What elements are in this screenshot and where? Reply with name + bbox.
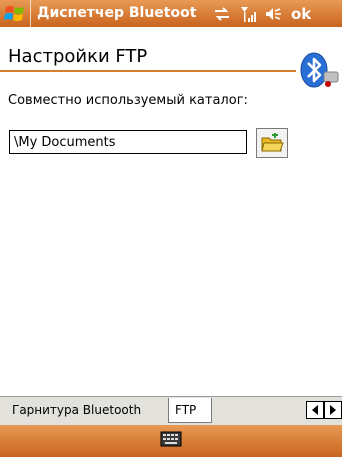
shared-folder-label: Совместно используемый каталог: bbox=[8, 93, 248, 108]
shared-folder-input[interactable] bbox=[9, 130, 247, 154]
bottom-bar bbox=[0, 425, 342, 457]
tab-scroll-left-button[interactable] bbox=[306, 401, 324, 419]
tab-bar: Гарнитура Bluetooth FTP bbox=[0, 396, 342, 426]
connectivity-icon[interactable] bbox=[209, 0, 235, 27]
keyboard-icon[interactable] bbox=[160, 431, 182, 451]
windows-start-icon[interactable] bbox=[0, 0, 30, 27]
ok-button[interactable]: ok bbox=[291, 5, 311, 23]
page-title: Настройки FTP bbox=[8, 46, 148, 67]
title-bar: Диспетчер Bluetoot ok bbox=[0, 0, 342, 27]
header-divider bbox=[0, 70, 296, 72]
window-title: Диспетчер Bluetoot bbox=[30, 0, 209, 27]
volume-icon[interactable] bbox=[261, 0, 287, 27]
browse-folder-button[interactable] bbox=[256, 128, 288, 158]
tab-scroll-right-button[interactable] bbox=[324, 401, 342, 419]
folder-open-icon bbox=[261, 133, 284, 152]
tab-bluetooth-headset[interactable]: Гарнитура Bluetooth bbox=[6, 398, 168, 423]
page-header: Настройки FTP bbox=[0, 27, 342, 73]
tab-scroll-buttons bbox=[306, 401, 342, 419]
arrow-right-icon bbox=[330, 405, 336, 415]
bluetooth-icon bbox=[298, 50, 342, 94]
tab-ftp[interactable]: FTP bbox=[168, 398, 212, 423]
arrow-left-icon bbox=[312, 405, 318, 415]
signal-icon[interactable] bbox=[235, 0, 261, 27]
